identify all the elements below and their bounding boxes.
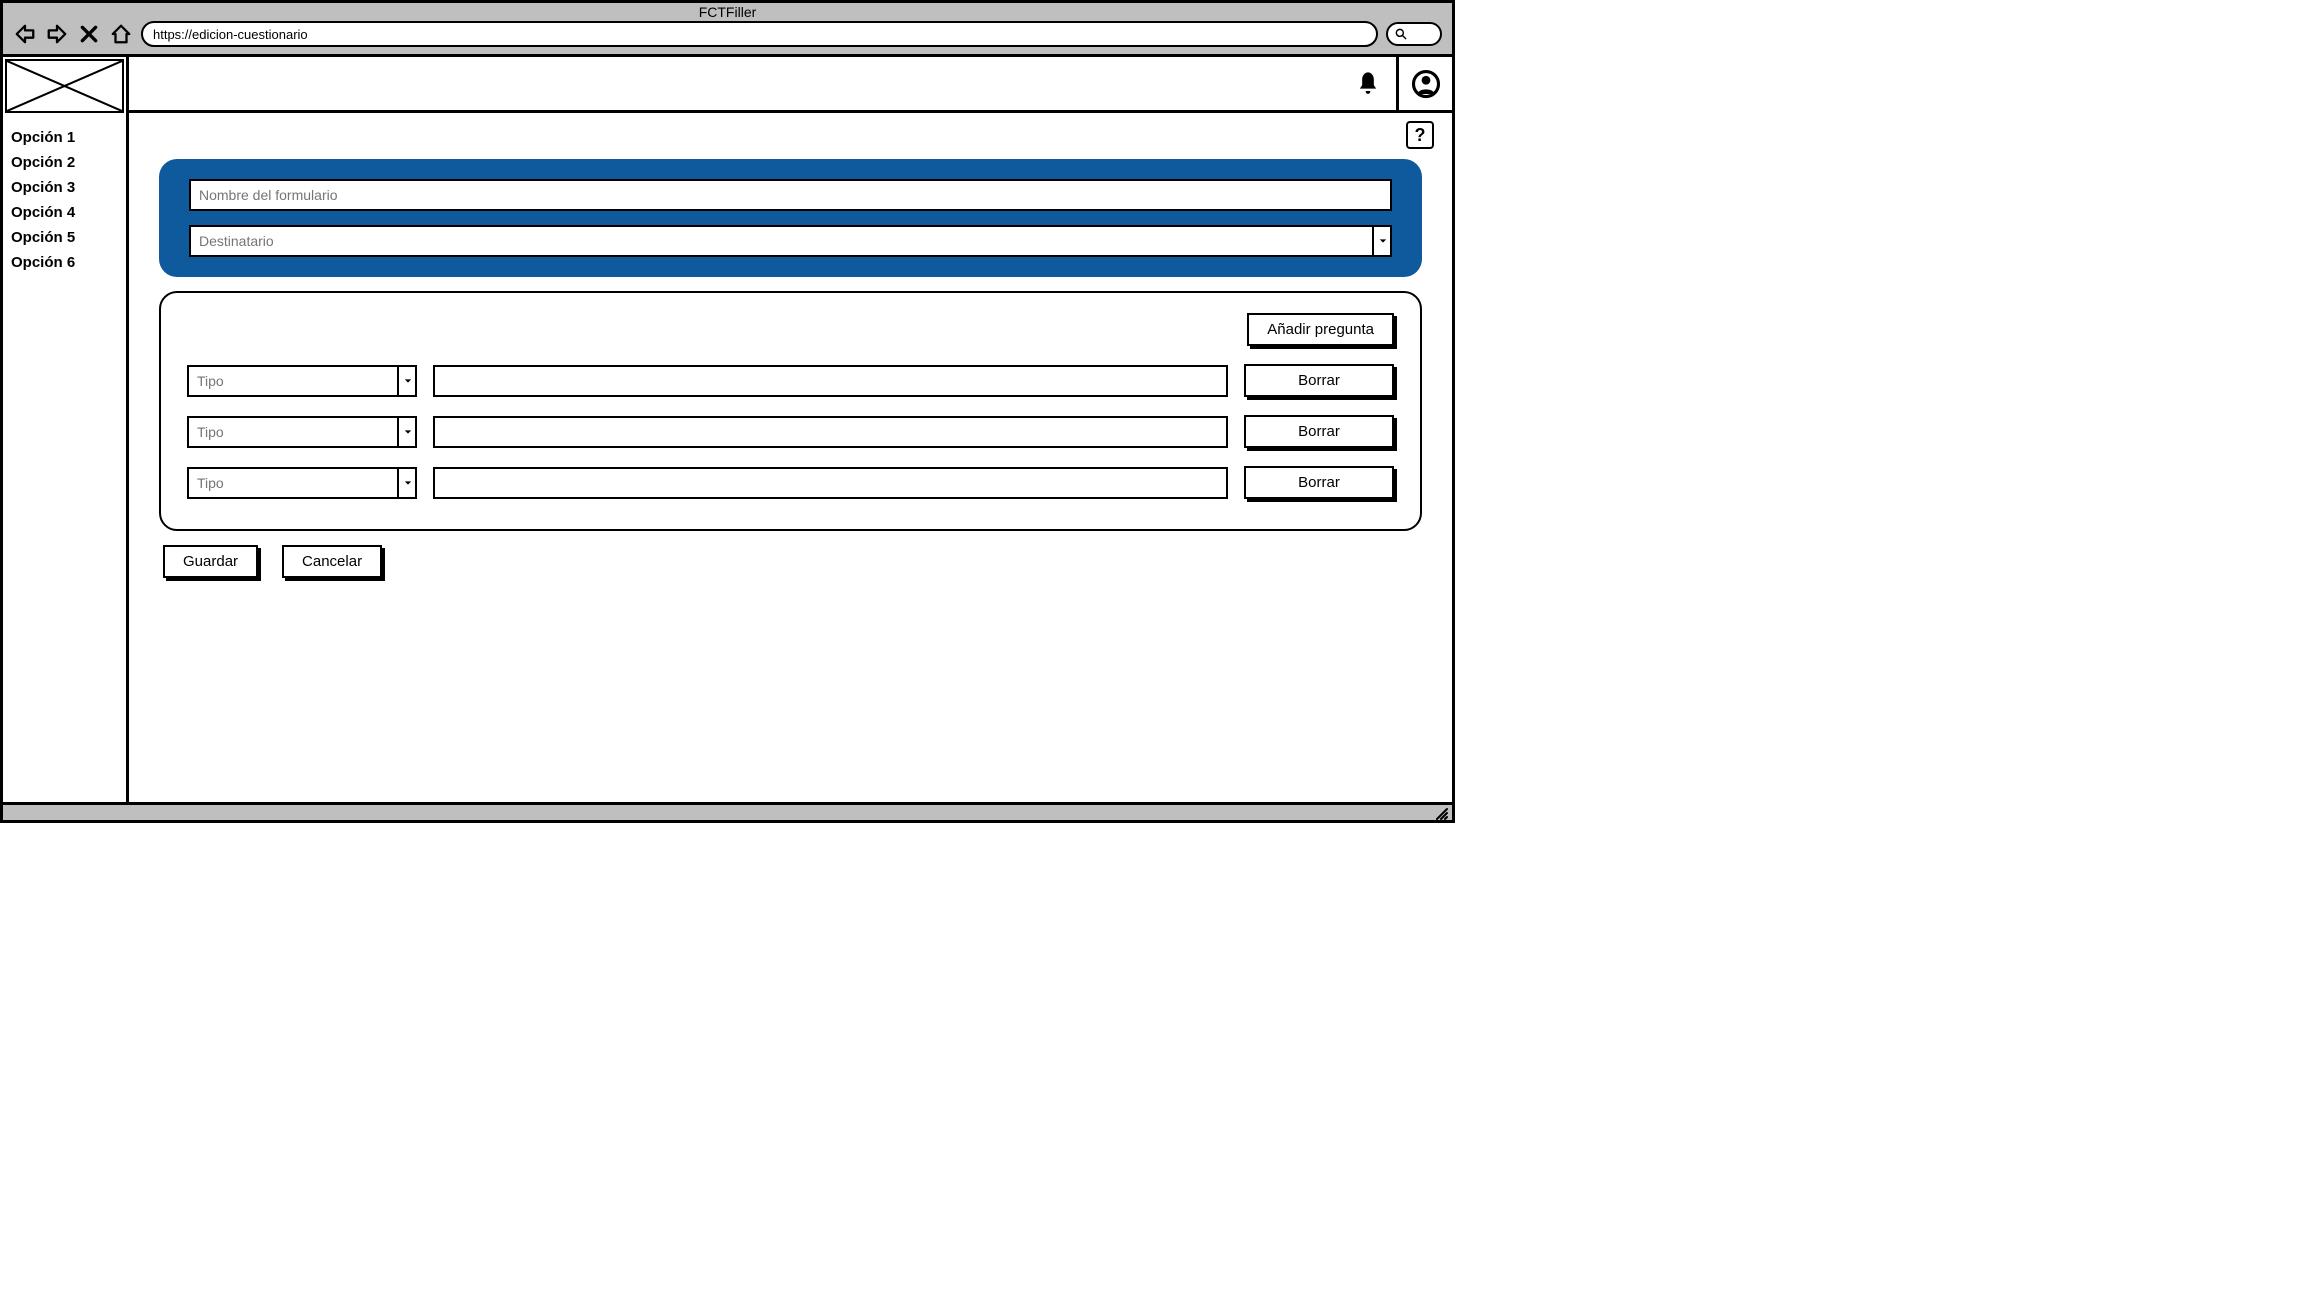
- form-header-panel: [159, 159, 1422, 277]
- sidebar-item-6[interactable]: Opción 6: [11, 250, 118, 275]
- topbar: [129, 57, 1452, 113]
- stop-icon[interactable]: [77, 22, 101, 46]
- browser-chrome: FCTFiller https://edicion-cuestionario: [3, 3, 1452, 57]
- form-area: Añadir pregunta Borrar B: [129, 149, 1452, 578]
- form-name-input[interactable]: [189, 179, 1392, 211]
- question-text-input-2[interactable]: [433, 416, 1228, 448]
- content: ? Añadir pregunta: [129, 57, 1452, 802]
- help-row: ?: [129, 113, 1452, 149]
- sidebar-item-1[interactable]: Opción 1: [11, 125, 118, 150]
- main-layout: Opción 1 Opción 2 Opción 3 Opción 4 Opci…: [3, 57, 1452, 802]
- question-type-input-3[interactable]: [187, 467, 417, 499]
- help-icon[interactable]: ?: [1406, 121, 1434, 149]
- question-type-input-2[interactable]: [187, 416, 417, 448]
- search-button[interactable]: [1386, 22, 1442, 46]
- recipient-select-input[interactable]: [189, 225, 1392, 257]
- question-row-1: Borrar: [187, 364, 1394, 397]
- question-type-select-3[interactable]: [187, 467, 417, 499]
- sidebar-item-5[interactable]: Opción 5: [11, 225, 118, 250]
- forward-icon[interactable]: [45, 22, 69, 46]
- window-title: FCTFiller: [3, 3, 1452, 21]
- back-icon[interactable]: [13, 22, 37, 46]
- add-question-button[interactable]: Añadir pregunta: [1247, 313, 1394, 346]
- recipient-select[interactable]: [189, 225, 1392, 257]
- sidebar-item-4[interactable]: Opción 4: [11, 200, 118, 225]
- sidebar-list: Opción 1 Opción 2 Opción 3 Opción 4 Opci…: [3, 115, 126, 285]
- logo-placeholder: [5, 59, 124, 113]
- question-text-input-1[interactable]: [433, 365, 1228, 397]
- delete-question-button-3[interactable]: Borrar: [1244, 466, 1394, 499]
- cancel-button[interactable]: Cancelar: [282, 545, 382, 578]
- question-text-input-3[interactable]: [433, 467, 1228, 499]
- url-bar[interactable]: https://edicion-cuestionario: [141, 21, 1378, 47]
- question-row-3: Borrar: [187, 466, 1394, 499]
- sidebar-item-3[interactable]: Opción 3: [11, 175, 118, 200]
- question-row-2: Borrar: [187, 415, 1394, 448]
- sidebar-item-2[interactable]: Opción 2: [11, 150, 118, 175]
- nav-row: https://edicion-cuestionario: [3, 21, 1452, 51]
- question-type-select-2[interactable]: [187, 416, 417, 448]
- footer-actions: Guardar Cancelar: [159, 545, 1422, 578]
- save-button[interactable]: Guardar: [163, 545, 258, 578]
- question-type-select-1[interactable]: [187, 365, 417, 397]
- avatar-icon[interactable]: [1396, 56, 1452, 112]
- question-type-input-1[interactable]: [187, 365, 417, 397]
- add-question-row: Añadir pregunta: [187, 313, 1394, 346]
- questions-panel: Añadir pregunta Borrar B: [159, 291, 1422, 531]
- delete-question-button-1[interactable]: Borrar: [1244, 364, 1394, 397]
- bell-icon[interactable]: [1340, 56, 1396, 112]
- sidebar: Opción 1 Opción 2 Opción 3 Opción 4 Opci…: [3, 57, 129, 802]
- resize-grip-icon[interactable]: [1434, 806, 1448, 820]
- home-icon[interactable]: [109, 22, 133, 46]
- statusbar: [3, 802, 1452, 820]
- delete-question-button-2[interactable]: Borrar: [1244, 415, 1394, 448]
